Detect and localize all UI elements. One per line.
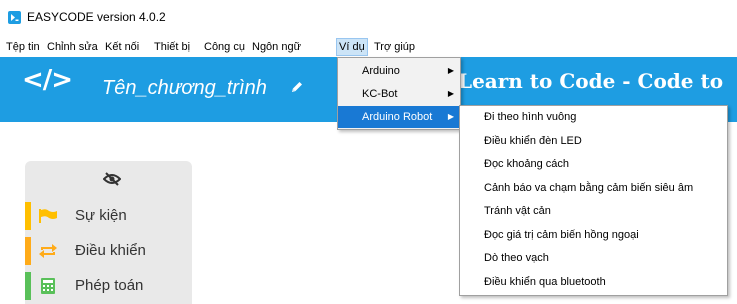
arduino-robot-submenu: Đi theo hình vuông Điều khiển đèn LED Đọ… [459, 105, 728, 296]
menu-language[interactable]: Ngôn ngữ [250, 38, 303, 56]
category-label: Điều khiển [75, 242, 146, 259]
submenu-arrow-icon: ▶ [447, 66, 454, 75]
easycode-logo-icon [8, 11, 21, 24]
flag-icon [39, 209, 57, 223]
example-item[interactable]: Cảnh báo va chạm bằng cảm biến siêu âm [484, 178, 693, 198]
menu-item-label: KC-Bot [362, 88, 398, 100]
example-item[interactable]: Dò theo vạch [484, 248, 549, 268]
category-label: Sự kiện [75, 207, 127, 224]
code-icon: </> [22, 65, 73, 95]
menu-item-arduino-robot[interactable]: Arduino Robot ▶ [338, 106, 460, 128]
menu-help[interactable]: Trợ giúp [372, 38, 417, 56]
pencil-icon[interactable] [290, 80, 304, 94]
category-color-bar [25, 237, 31, 265]
menu-device[interactable]: Thiết bị [152, 38, 192, 56]
category-control[interactable]: Điều khiển [25, 237, 192, 265]
example-item[interactable]: Điều khiển qua bluetooth [484, 272, 606, 292]
menu-edit[interactable]: Chỉnh sửa [45, 38, 100, 56]
submenu-arrow-icon: ▶ [447, 112, 454, 121]
menu-connect[interactable]: Kết nối [103, 38, 141, 56]
program-name[interactable]: Tên_chương_trình [102, 77, 267, 100]
examples-dropdown: Arduino ▶ KC-Bot ▶ Arduino Robot ▶ [337, 57, 461, 130]
menu-bar: Tệp tin Chỉnh sửa Kết nối Thiết bị Công … [0, 37, 737, 57]
category-events[interactable]: Sự kiện [25, 202, 192, 230]
example-item[interactable]: Điều khiển đèn LED [484, 131, 582, 151]
slogan-text: Learn to Code - Code to [458, 69, 724, 93]
category-color-bar [25, 202, 31, 230]
title-bar: EASYCODE version 4.0.2 [0, 0, 737, 32]
loop-icon [39, 244, 57, 258]
menu-item-label: Arduino [362, 65, 400, 77]
example-item[interactable]: Đi theo hình vuông [484, 107, 576, 127]
submenu-arrow-icon: ▶ [447, 89, 454, 98]
menu-item-label: Arduino Robot [362, 111, 433, 123]
menu-examples[interactable]: Ví dụ [336, 38, 368, 56]
example-item[interactable]: Đọc giá trị cảm biến hồng ngoại [484, 225, 639, 245]
menu-tools[interactable]: Công cụ [202, 38, 247, 56]
category-operators[interactable]: Phép toán [25, 272, 192, 300]
calculator-icon [41, 278, 55, 294]
example-item[interactable]: Đọc khoảng cách [484, 154, 569, 174]
menu-item-kc-bot[interactable]: KC-Bot ▶ [338, 83, 460, 105]
eye-slash-icon[interactable] [103, 171, 121, 187]
menu-item-arduino[interactable]: Arduino ▶ [338, 60, 460, 82]
block-category-panel: Sự kiện Điều khiển Phép toán [25, 161, 192, 304]
category-label: Phép toán [75, 277, 144, 294]
example-item[interactable]: Tránh vật cản [484, 201, 551, 221]
category-color-bar [25, 272, 31, 300]
menu-file[interactable]: Tệp tin [4, 38, 42, 56]
window-title: EASYCODE version 4.0.2 [27, 10, 166, 24]
